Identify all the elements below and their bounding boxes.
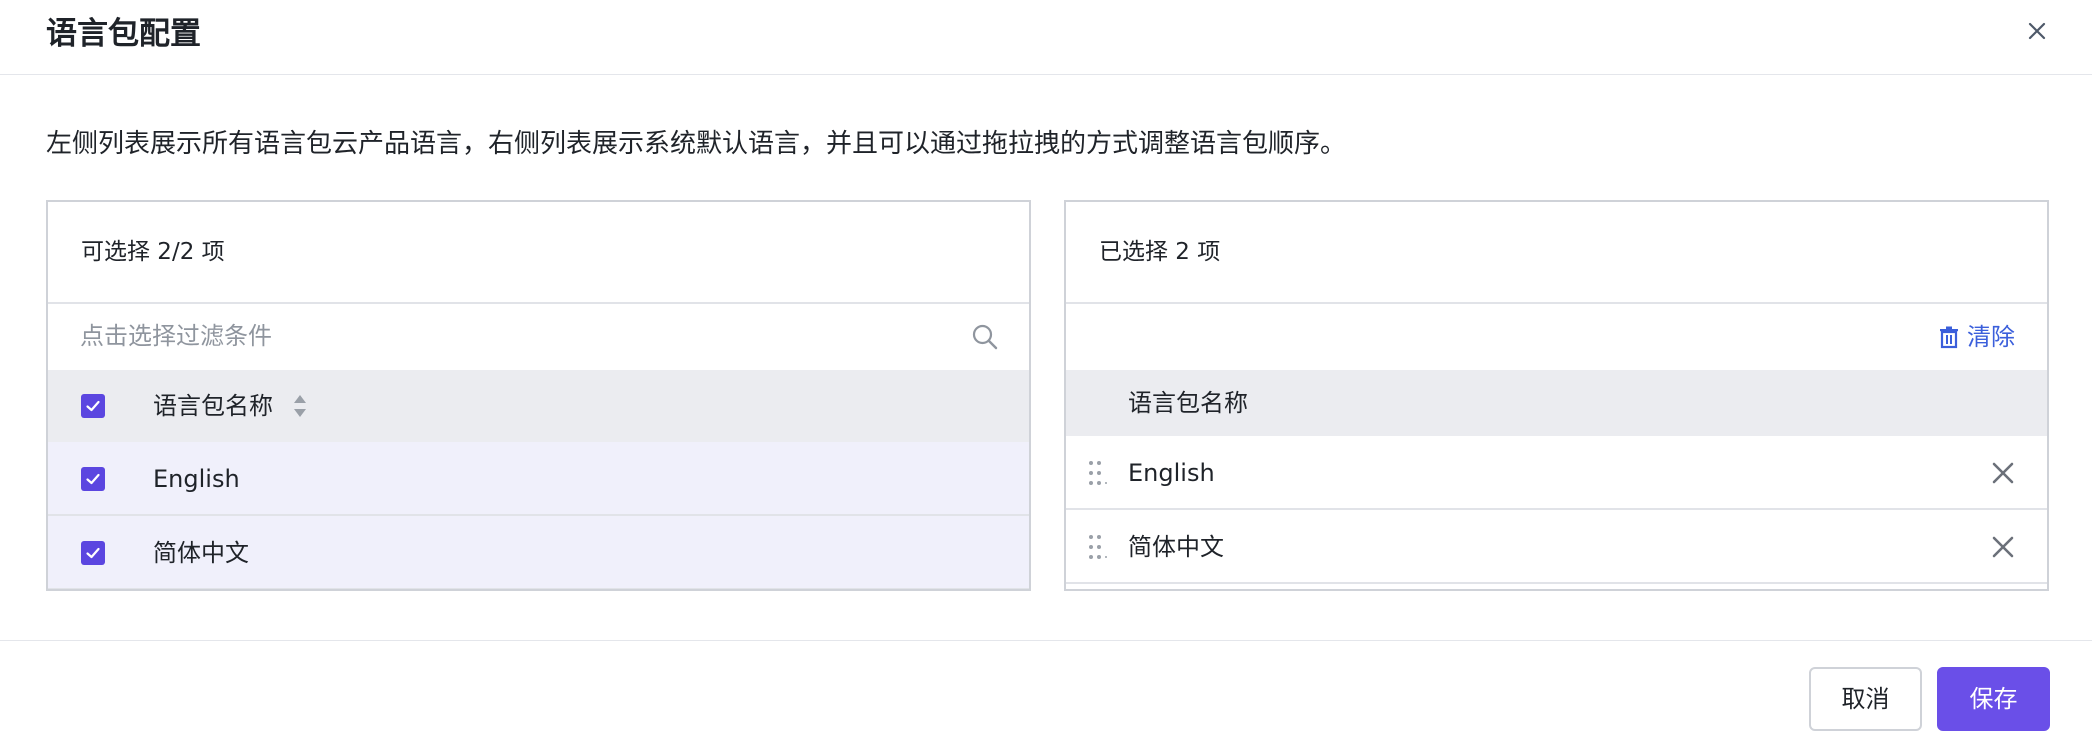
clear-button[interactable]: 清除 xyxy=(1937,320,2015,354)
available-panel: 可选择 2/2 项 语言包名称 English xyxy=(46,200,1031,591)
selected-row[interactable]: English xyxy=(1066,436,2047,510)
row-checkbox[interactable] xyxy=(81,467,105,491)
dialog-header: 语言包配置 xyxy=(0,0,2092,75)
drag-handle-icon[interactable] xyxy=(1086,532,1110,562)
row-name: English xyxy=(1128,459,1215,487)
filter-search xyxy=(48,304,1029,370)
column-header-name: 语言包名称 xyxy=(153,392,273,420)
dialog-title: 语言包配置 xyxy=(46,16,201,52)
close-icon[interactable] xyxy=(2022,16,2052,46)
row-name: 简体中文 xyxy=(1128,533,1224,561)
selected-panel-header: 已选择 2 项 xyxy=(1066,202,2047,304)
selected-count: 已选择 2 项 xyxy=(1099,239,1221,265)
sort-icon[interactable] xyxy=(291,392,309,420)
check-icon xyxy=(86,547,100,559)
available-table-header: 语言包名称 xyxy=(48,370,1029,442)
check-icon xyxy=(86,400,100,412)
selected-table-header: 语言包名称 xyxy=(1066,370,2047,436)
dialog-description: 左侧列表展示所有语言包云产品语言，右侧列表展示系统默认语言，并且可以通过拖拉拽的… xyxy=(46,129,1347,159)
drag-handle-icon[interactable] xyxy=(1086,458,1110,488)
row-divider xyxy=(48,590,1029,591)
search-icon[interactable] xyxy=(970,322,1000,352)
available-panel-header: 可选择 2/2 项 xyxy=(48,202,1029,304)
save-button[interactable]: 保存 xyxy=(1937,667,2050,731)
select-all-checkbox[interactable] xyxy=(81,394,105,418)
check-icon xyxy=(86,473,100,485)
trash-icon xyxy=(1940,326,1958,349)
selected-panel: 已选择 2 项 清除 语言包名称 English 简体中文 xyxy=(1064,200,2049,591)
clear-row: 清除 xyxy=(1066,304,2047,370)
available-row[interactable]: English xyxy=(48,442,1029,516)
filter-input[interactable] xyxy=(80,316,1000,356)
language-pack-dialog: 语言包配置 左侧列表展示所有语言包云产品语言，右侧列表展示系统默认语言，并且可以… xyxy=(0,0,2092,750)
remove-icon[interactable] xyxy=(1990,460,2016,486)
dialog-footer: 取消 保存 xyxy=(0,640,2092,750)
available-row[interactable]: 简体中文 xyxy=(48,516,1029,589)
cancel-button[interactable]: 取消 xyxy=(1809,667,1922,731)
row-checkbox[interactable] xyxy=(81,541,105,565)
selected-row[interactable]: 简体中文 xyxy=(1066,510,2047,584)
row-name: 简体中文 xyxy=(153,539,249,567)
clear-label: 清除 xyxy=(1967,323,2015,351)
available-count: 可选择 2/2 项 xyxy=(81,239,225,265)
column-header-name: 语言包名称 xyxy=(1128,389,1248,417)
row-name: English xyxy=(153,465,240,493)
remove-icon[interactable] xyxy=(1990,534,2016,560)
